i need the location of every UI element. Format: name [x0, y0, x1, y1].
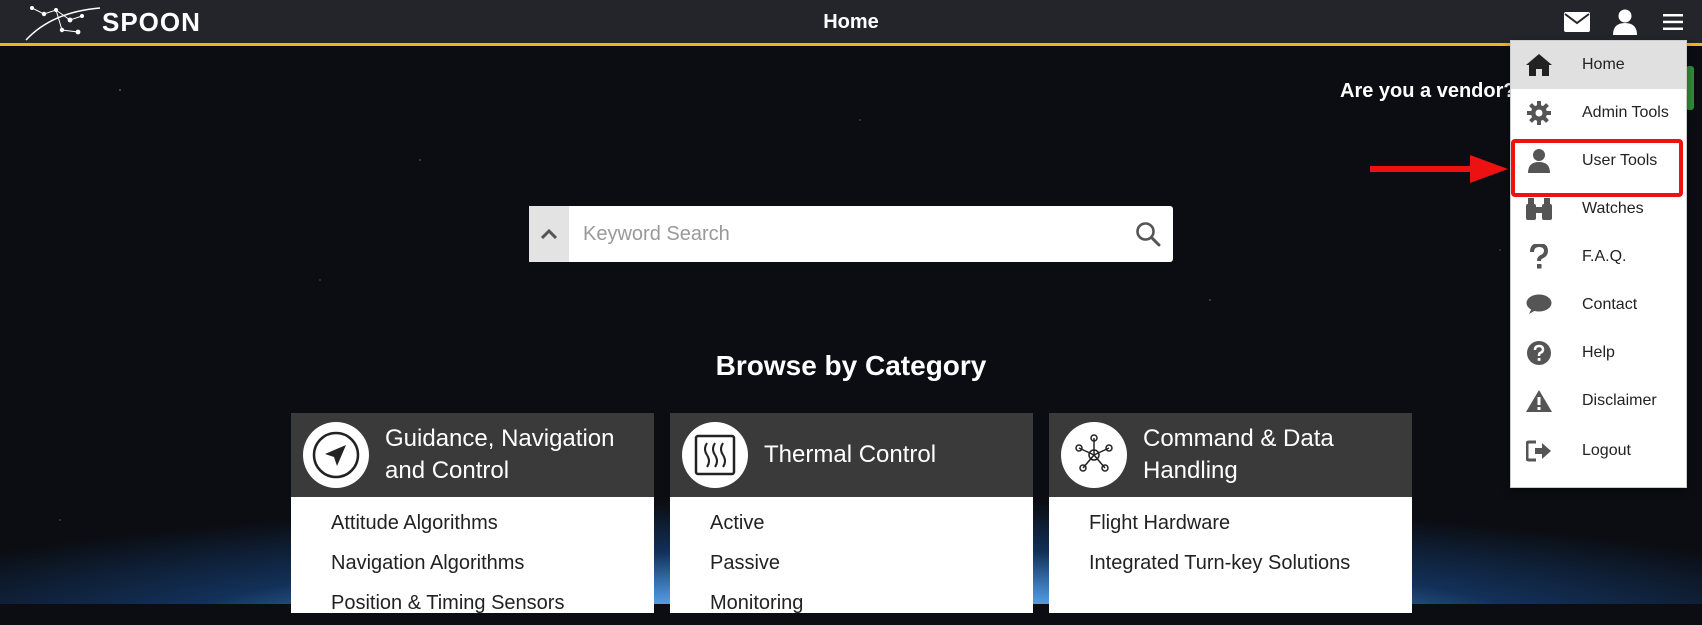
- keyword-search-bar: [529, 206, 1173, 262]
- chevron-up-icon: [541, 229, 557, 239]
- category-title: Guidance, Navigation and Control: [385, 425, 615, 484]
- menu-item-label: Watches: [1582, 200, 1644, 217]
- search-button[interactable]: [1123, 206, 1173, 262]
- binoculars-icon: [1525, 195, 1553, 223]
- category-card-gnc: Guidance, Navigation and Control Attitud…: [291, 413, 654, 614]
- category-link[interactable]: Flight Hardware: [1089, 505, 1412, 545]
- search-icon: [1136, 222, 1161, 247]
- home-icon: [1525, 51, 1553, 79]
- menu-item-logout[interactable]: Logout: [1511, 427, 1686, 475]
- menu-item-admin-tools[interactable]: Admin Tools: [1511, 89, 1686, 137]
- top-navbar: SPOON Home: [0, 0, 1702, 46]
- user-icon[interactable]: [1610, 8, 1640, 36]
- main-dropdown-menu: Home Admin Tools User Tools Watches F.A.…: [1510, 40, 1687, 488]
- category-title: Command & Data Handling: [1143, 425, 1334, 484]
- sign-out-icon: [1525, 437, 1553, 465]
- gear-icon: [1525, 99, 1553, 127]
- category-link[interactable]: Passive: [710, 545, 1033, 585]
- menu-item-disclaimer[interactable]: Disclaimer: [1511, 377, 1686, 425]
- question-mark-icon: [1525, 243, 1553, 271]
- question-circle-icon: [1525, 339, 1553, 367]
- navigation-arrow-icon: [303, 422, 369, 488]
- category-link[interactable]: Integrated Turn-key Solutions: [1089, 545, 1412, 585]
- menu-item-label: Help: [1582, 344, 1615, 361]
- category-link[interactable]: Active: [710, 505, 1033, 545]
- menu-item-contact[interactable]: Contact: [1511, 281, 1686, 329]
- menu-item-label: User Tools: [1582, 152, 1658, 169]
- menu-item-label: Admin Tools: [1582, 104, 1669, 121]
- network-nodes-icon: [1061, 422, 1127, 488]
- user-icon: [1525, 147, 1553, 175]
- category-link[interactable]: Attitude Algorithms: [331, 505, 654, 545]
- menu-item-faq[interactable]: F.A.Q.: [1511, 233, 1686, 281]
- category-card-cdh: Command & Data Handling Flight Hardware …: [1049, 413, 1412, 613]
- menu-item-home[interactable]: Home: [1511, 41, 1686, 89]
- menu-item-label: Logout: [1582, 442, 1631, 459]
- menu-item-label: F.A.Q.: [1582, 248, 1627, 265]
- page-title: Home: [823, 11, 879, 33]
- search-input[interactable]: [569, 214, 1123, 254]
- menu-item-watches[interactable]: Watches: [1511, 185, 1686, 233]
- category-title: Thermal Control: [764, 441, 937, 468]
- vendor-prompt: Are you a vendor?: [1340, 80, 1516, 102]
- menu-item-label: Home: [1582, 56, 1625, 73]
- search-options-toggle[interactable]: [529, 206, 569, 262]
- envelope-icon[interactable]: [1562, 8, 1592, 36]
- category-card-thermal: Thermal Control Active Passive Monitorin…: [670, 413, 1033, 614]
- browse-title: Browse by Category: [715, 350, 987, 381]
- menu-item-help[interactable]: Help: [1511, 329, 1686, 377]
- category-header[interactable]: Command & Data Handling: [1049, 413, 1412, 497]
- vendor-button-edge[interactable]: [1686, 66, 1694, 110]
- menu-item-user-tools[interactable]: User Tools: [1511, 137, 1686, 185]
- category-header[interactable]: Thermal Control: [670, 413, 1033, 497]
- heat-waves-icon: [682, 422, 748, 488]
- category-link[interactable]: Navigation Algorithms: [331, 545, 654, 585]
- hamburger-menu-icon[interactable]: [1658, 8, 1688, 36]
- menu-item-label: Contact: [1582, 296, 1638, 313]
- category-link[interactable]: Position & Timing Sensors: [331, 585, 654, 625]
- speech-bubble-icon: [1525, 291, 1553, 319]
- menu-item-label: Disclaimer: [1582, 392, 1657, 409]
- red-pointer-arrow-icon: [1370, 155, 1508, 183]
- category-header[interactable]: Guidance, Navigation and Control: [291, 413, 654, 497]
- category-link[interactable]: Monitoring: [710, 585, 1033, 625]
- warning-triangle-icon: [1525, 387, 1553, 415]
